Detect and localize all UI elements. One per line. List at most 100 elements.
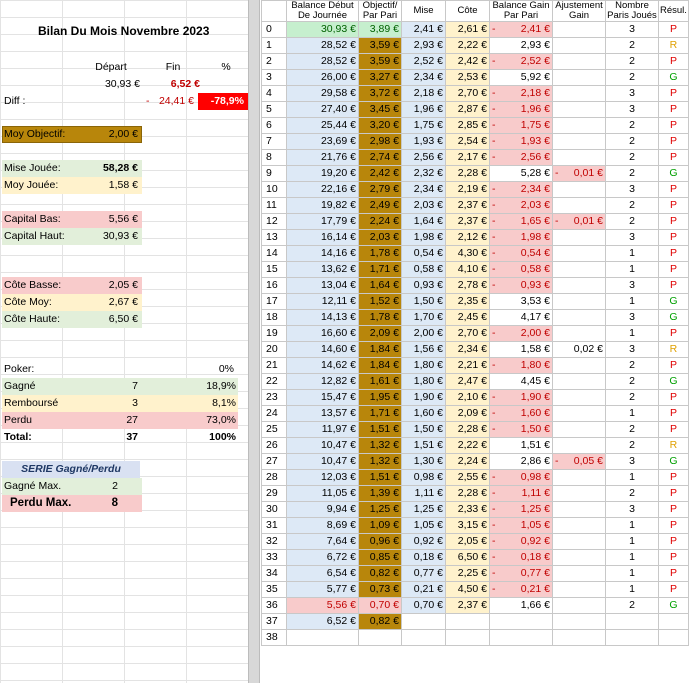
table-row: 28 12,03 €1,51 €0,98 €2,55 € -0,98 € 1 P (261, 469, 689, 486)
resultat-cell: P (658, 469, 689, 486)
resultat-cell (658, 629, 689, 646)
total-percent: 100% (209, 431, 236, 443)
cote-moy-value: 2,67 € (108, 296, 138, 308)
resultat-cell: R (658, 37, 689, 54)
row-index: 22 (261, 373, 287, 390)
mise-cell: 0,18 € (401, 549, 446, 566)
objectif-cell (358, 629, 402, 646)
row-index: 2 (261, 53, 287, 70)
total-count: 37 (126, 431, 138, 443)
table-row: 9 19,20 €2,42 €2,32 €2,28 €5,28 € -0,01 €2… (261, 165, 689, 182)
ajustement-cell (552, 517, 606, 534)
cote-cell: 2,54 € (445, 133, 490, 150)
nombre-paris-cell: 2 (605, 373, 659, 390)
capital-haut-label: Capital Haut: (4, 230, 65, 242)
objectif-cell: 1,32 € (358, 437, 402, 454)
poker-label: Poker: (4, 363, 35, 375)
row-index: 35 (261, 581, 287, 598)
mise-cell: 1,98 € (401, 229, 446, 246)
row-index: 20 (261, 341, 287, 358)
nombre-paris-cell: 2 (605, 197, 659, 214)
mise-cell: 2,18 € (401, 85, 446, 102)
mise-jouee-label: Mise Jouée: (4, 162, 61, 174)
balance-debut-cell: 12,82 € (286, 373, 359, 390)
table-row: 33 6,72 €0,85 €0,18 €6,50 € -0,18 € 1 P (261, 549, 689, 566)
resultat-cell: P (658, 21, 689, 38)
nombre-paris-cell: 1 (605, 517, 659, 534)
ajustement-cell (552, 501, 606, 518)
table-header-row: Balance Début De Journée Objectif/Par Pari… (261, 0, 689, 22)
table-row: 6 25,44 €3,20 €1,75 €2,85 € -1,75 € 2 P (261, 117, 689, 134)
balance-gain-cell: -1,98 € (489, 229, 553, 246)
header-balance-gain: Balance Gain Par Pari (489, 0, 553, 22)
mise-cell: 2,56 € (401, 149, 446, 166)
objectif-cell: 3,20 € (358, 117, 402, 134)
cote-cell: 2,61 € (445, 21, 490, 38)
balance-gain-cell: -0,58 € (489, 261, 553, 278)
row-index: 15 (261, 261, 287, 278)
mise-cell: 2,34 € (401, 69, 446, 86)
nombre-paris-cell: 2 (605, 133, 659, 150)
header-mise: Mise (401, 0, 446, 22)
mise-cell: 1,80 € (401, 357, 446, 374)
diff-percent: -78,9% (198, 93, 248, 110)
header-pct: % (221, 61, 231, 73)
mise-cell: 0,58 € (401, 261, 446, 278)
table-row: 30 9,94 €1,25 €1,25 €2,33 € -1,25 €3 P (261, 501, 689, 518)
objectif-cell: 3,89 € (358, 21, 402, 38)
objectif-cell: 0,70 € (358, 597, 402, 614)
table-row: 31 8,69 €1,09 €1,05 €3,15 € -1,05 € 1 P (261, 517, 689, 534)
capital-haut-value: 30,93 € (102, 230, 138, 242)
cote-cell: 2,85 € (445, 117, 490, 134)
mise-cell: 0,70 € (401, 597, 446, 614)
header-objectif: Objectif/Par Pari (358, 0, 402, 22)
balance-debut-cell: 14,16 € (286, 245, 359, 262)
ajustement-cell (552, 53, 606, 70)
header-nombre-paris: Nombre Paris Joués (605, 0, 659, 22)
gagne-label: Gagné (4, 380, 36, 392)
cote-cell: 2,28 € (445, 421, 490, 438)
cote-cell: 2,28 € (445, 485, 490, 502)
capital-bas-value: 5,56 € (108, 213, 138, 225)
balance-gain-cell: -2,34 € (489, 181, 553, 198)
row-index: 33 (261, 549, 287, 566)
ajustement-cell (552, 69, 606, 86)
resultat-cell (658, 613, 689, 630)
mise-cell: 2,03 € (401, 197, 446, 214)
ajustement-cell (552, 21, 606, 38)
fin-value: 6,52 € (170, 78, 200, 90)
table-row: 0 30,93 €3,89 €2,41 €2,61 € -2,41 € 3 P (261, 21, 689, 38)
row-index: 38 (261, 629, 287, 646)
cote-cell: 2,42 € (445, 53, 490, 70)
cote-haute-label: Côte Haute: (4, 313, 61, 325)
mise-cell: 2,32 € (401, 165, 446, 182)
balance-gain-cell: 1,58 € (489, 341, 553, 358)
ajustement-cell (552, 117, 606, 134)
ajustement-cell (552, 309, 606, 326)
nombre-paris-cell: 1 (605, 549, 659, 566)
objectif-cell: 2,49 € (358, 197, 402, 214)
objectif-cell: 1,09 € (358, 517, 402, 534)
perdu-label: Perdu (4, 414, 33, 426)
objectif-cell: 1,39 € (358, 485, 402, 502)
cote-cell: 2,37 € (445, 197, 490, 214)
row-index: 36 (261, 597, 287, 614)
resultat-cell: P (658, 581, 689, 598)
cote-cell: 2,22 € (445, 437, 490, 454)
header-resultat: Résul. (658, 0, 689, 22)
balance-debut-cell: 16,60 € (286, 325, 359, 342)
ajustement-cell (552, 533, 606, 550)
rembourse-label: Remboursé (4, 397, 59, 409)
ajustement-cell (552, 37, 606, 54)
row-index: 10 (261, 181, 287, 198)
ajustement-cell: -0,01 € (552, 165, 606, 182)
objectif-cell: 1,25 € (358, 501, 402, 518)
resultat-cell: P (658, 53, 689, 70)
row-index: 8 (261, 149, 287, 166)
cote-cell: 2,09 € (445, 405, 490, 422)
objectif-cell: 1,95 € (358, 389, 402, 406)
resultat-cell: P (658, 277, 689, 294)
row-index: 12 (261, 213, 287, 230)
resultat-cell: P (658, 181, 689, 198)
ajustement-cell: -0,05 € (552, 453, 606, 470)
